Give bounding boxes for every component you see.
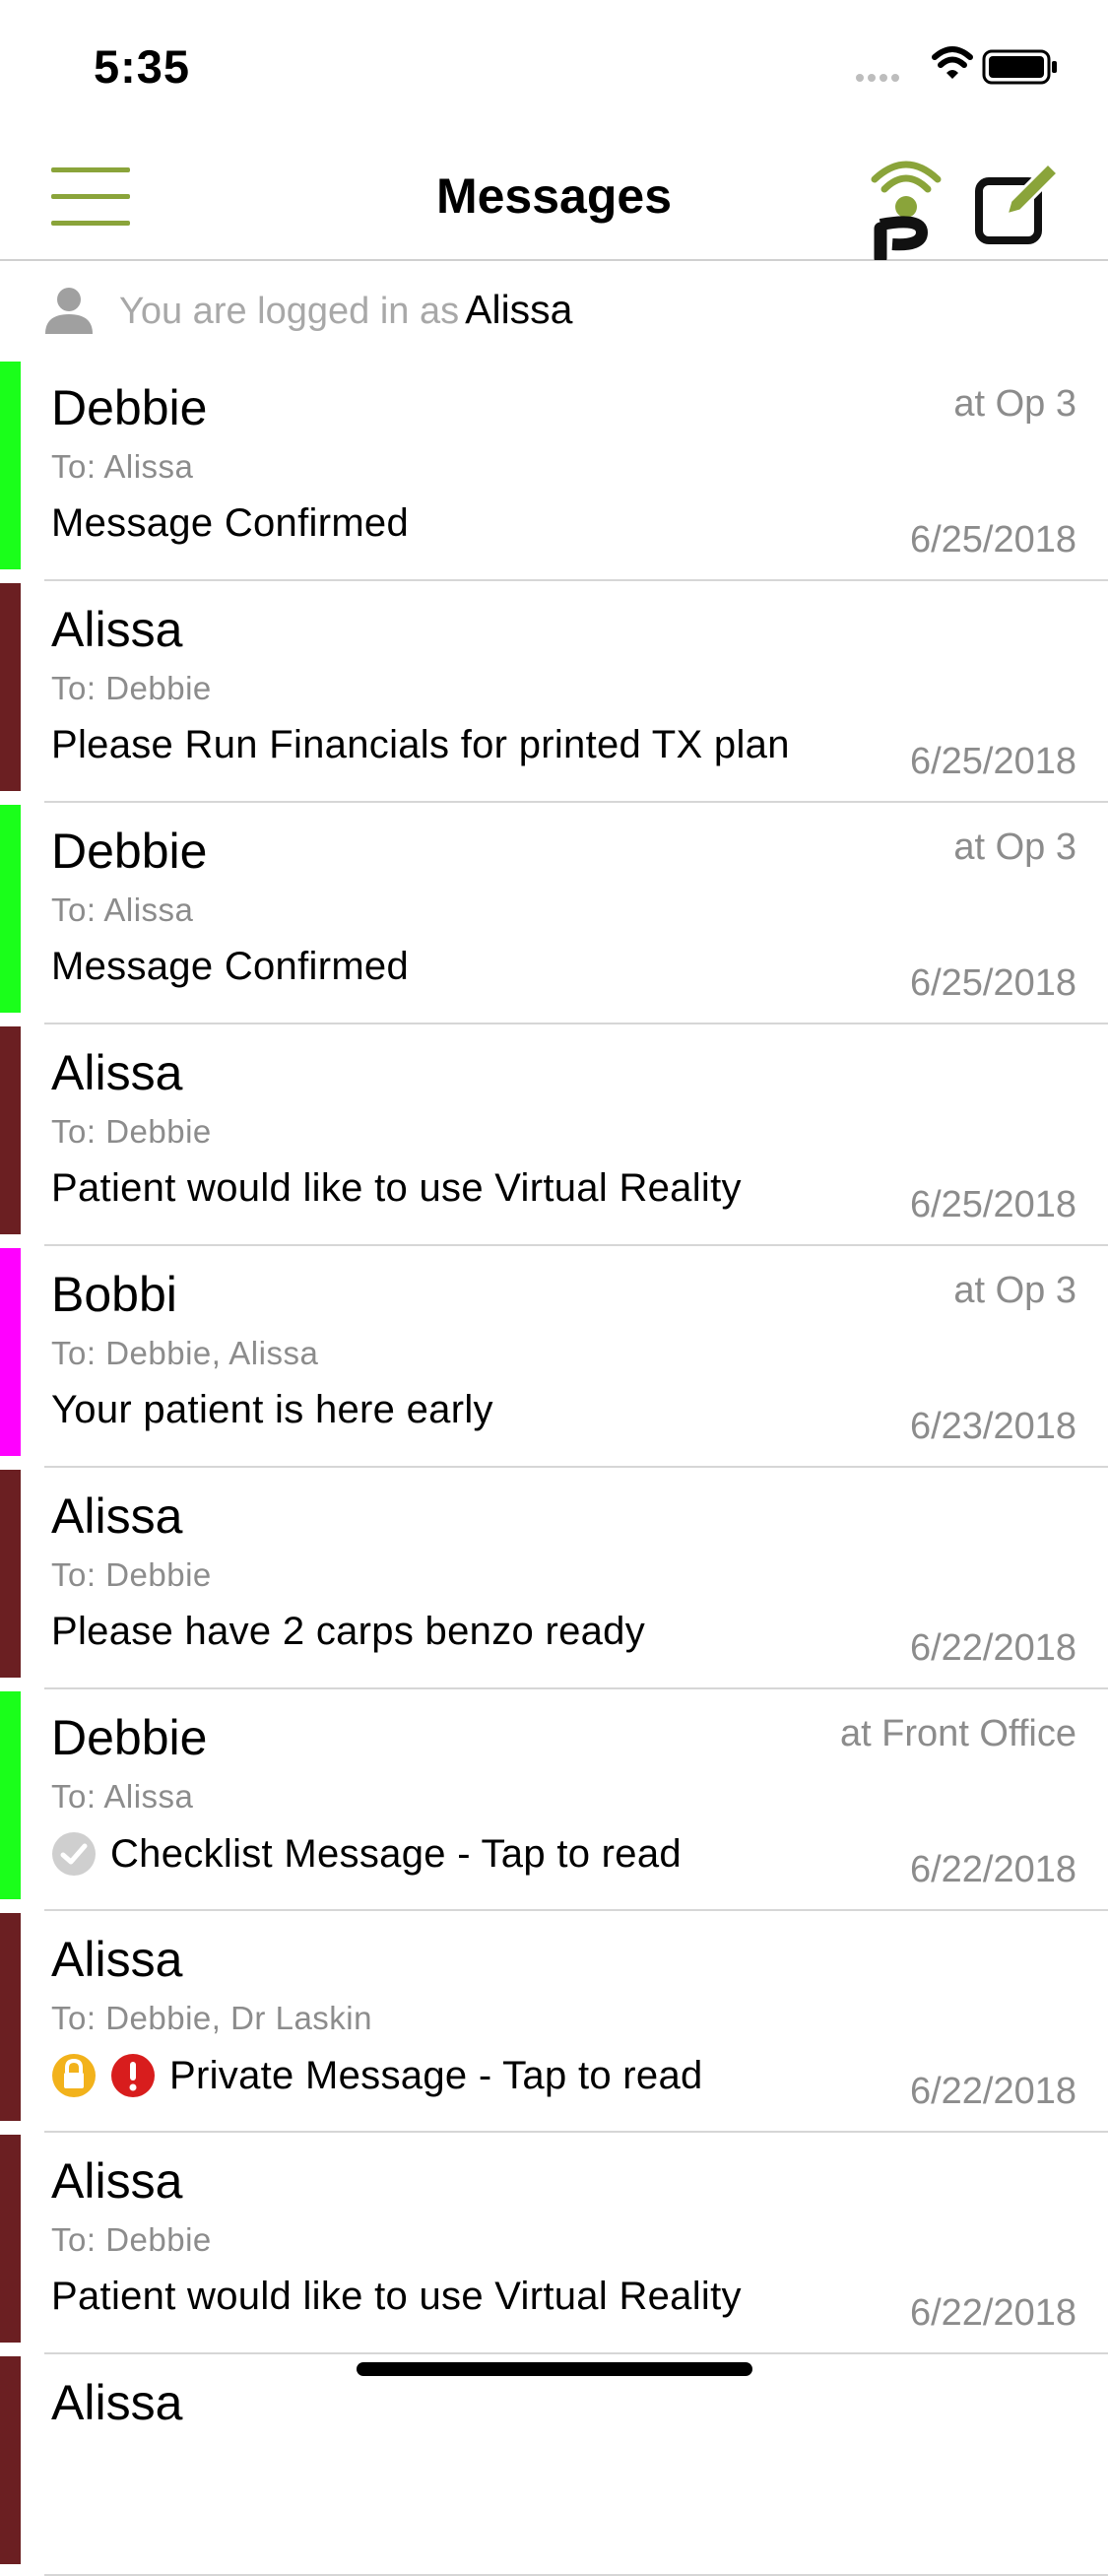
status-time: 5:35 — [94, 40, 191, 93]
priority-color-bar — [0, 1691, 21, 1899]
message-row[interactable]: Debbie To: Alissa Message Confirmed at Op 3… — [0, 360, 1108, 581]
message-row[interactable]: Alissa — [0, 2354, 1108, 2576]
compose-icon[interactable] — [973, 158, 1062, 246]
login-prefix: You are logged in as — [119, 291, 460, 332]
message-recipients: To: Debbie — [51, 1113, 212, 1150]
message-date: 6/22/2018 — [909, 1627, 1076, 1669]
message-row[interactable]: Debbie To: Alissa Checklist Message - Tap … — [0, 1689, 1108, 1911]
login-label: You are logged in as Alissa — [119, 287, 572, 333]
nav-bar: Messages — [0, 130, 1108, 265]
message-row[interactable]: Alissa To: Debbie Please Run Financials fo… — [0, 581, 1108, 803]
priority-color-bar — [0, 2135, 21, 2343]
message-row[interactable]: Alissa To: Debbie Patient would like to us… — [0, 1024, 1108, 1246]
message-list: Debbie To: Alissa Message Confirmed at Op 3… — [0, 360, 1108, 2576]
message-sender: Debbie — [51, 824, 208, 879]
message-body-text: Message Confirmed — [51, 945, 410, 988]
message-recipients: To: Alissa — [51, 892, 194, 928]
priority-color-bar — [0, 583, 21, 791]
user-icon — [43, 287, 95, 334]
message-sender: Debbie — [51, 380, 208, 435]
message-location: at Op 3 — [953, 1270, 1076, 1311]
message-date: 6/25/2018 — [909, 1184, 1076, 1225]
beacon-icon[interactable] — [867, 152, 945, 265]
status-indicators — [856, 45, 1063, 91]
priority-color-bar — [0, 2356, 21, 2564]
message-body-text: Checklist Message - Tap to read — [110, 1831, 682, 1876]
home-indicator[interactable] — [357, 2362, 752, 2376]
message-row[interactable]: Debbie To: Alissa Message Confirmed at Op 3… — [0, 803, 1108, 1024]
message-date: 6/25/2018 — [909, 741, 1076, 782]
message-body: Message Confirmed — [51, 501, 409, 546]
message-date: 6/22/2018 — [909, 2292, 1076, 2334]
message-recipients: To: Debbie — [51, 2221, 212, 2258]
message-date: 6/23/2018 — [909, 1406, 1076, 1447]
message-location: at Op 3 — [953, 826, 1076, 868]
message-location: at Op 3 — [953, 383, 1076, 425]
message-sender: Alissa — [51, 2375, 183, 2430]
check-circle-icon — [51, 1831, 97, 1877]
message-date: 6/25/2018 — [909, 519, 1076, 561]
message-recipients: To: Debbie — [51, 670, 212, 706]
priority-color-bar — [0, 1248, 21, 1456]
message-sender: Alissa — [51, 1045, 183, 1100]
message-body-text: Message Confirmed — [51, 501, 410, 545]
message-body: Checklist Message - Tap to read — [51, 1831, 682, 1877]
message-body: Please have 2 carps benzo ready — [51, 1610, 645, 1654]
priority-color-bar — [0, 805, 21, 1013]
message-row[interactable]: Alissa To: Debbie, Dr Laskin Private Messa… — [0, 1911, 1108, 2133]
message-sender: Alissa — [51, 602, 183, 657]
message-recipients: To: Debbie, Alissa — [51, 1335, 319, 1371]
message-recipients: To: Alissa — [51, 448, 194, 485]
status-bar: 5:35 — [0, 0, 1108, 130]
message-recipients: To: Debbie, Dr Laskin — [51, 2000, 372, 2036]
priority-color-bar — [0, 1470, 21, 1678]
message-body-text: Please Run Financials for printed TX pla… — [51, 723, 790, 766]
signal-wifi-battery-icon — [856, 46, 1057, 85]
message-date: 6/22/2018 — [909, 2071, 1076, 2112]
message-date: 6/22/2018 — [909, 1849, 1076, 1890]
login-user: Alissa — [465, 287, 573, 332]
message-body: Patient would like to use Virtual Realit… — [51, 1166, 742, 1211]
lock-icon — [51, 2053, 97, 2098]
message-body-text: Patient would like to use Virtual Realit… — [51, 1166, 742, 1210]
message-body: Your patient is here early — [51, 1388, 493, 1432]
message-body-text: Please have 2 carps benzo ready — [51, 1610, 646, 1653]
priority-color-bar — [0, 1913, 21, 2121]
login-status: You are logged in as Alissa — [0, 263, 1108, 360]
message-location: at Front Office — [839, 1713, 1076, 1754]
priority-color-bar — [0, 362, 21, 569]
message-sender: Alissa — [51, 1488, 183, 1544]
message-sender: Alissa — [51, 2153, 183, 2209]
message-body: Patient would like to use Virtual Realit… — [51, 2275, 742, 2319]
message-row[interactable]: Alissa To: Debbie Please have 2 carps benz… — [0, 1468, 1108, 1689]
message-row[interactable]: Alissa To: Debbie Patient would like to us… — [0, 2133, 1108, 2354]
message-body-text: Patient would like to use Virtual Realit… — [51, 2275, 742, 2318]
message-body: Private Message - Tap to read — [51, 2053, 703, 2098]
message-body: Please Run Financials for printed TX pla… — [51, 723, 790, 767]
message-sender: Alissa — [51, 1932, 183, 1987]
message-sender: Bobbi — [51, 1267, 177, 1322]
message-recipients: To: Alissa — [51, 1778, 194, 1815]
message-body: Message Confirmed — [51, 945, 409, 989]
priority-color-bar — [0, 1026, 21, 1234]
message-row[interactable]: Bobbi To: Debbie, Alissa Your patient is h… — [0, 1246, 1108, 1468]
message-body-text: Private Message - Tap to read — [169, 2053, 703, 2097]
message-date: 6/25/2018 — [909, 962, 1076, 1004]
message-sender: Debbie — [51, 1710, 208, 1765]
alert-icon — [110, 2053, 156, 2098]
message-recipients: To: Debbie — [51, 1556, 212, 1593]
message-body-text: Your patient is here early — [51, 1388, 493, 1431]
